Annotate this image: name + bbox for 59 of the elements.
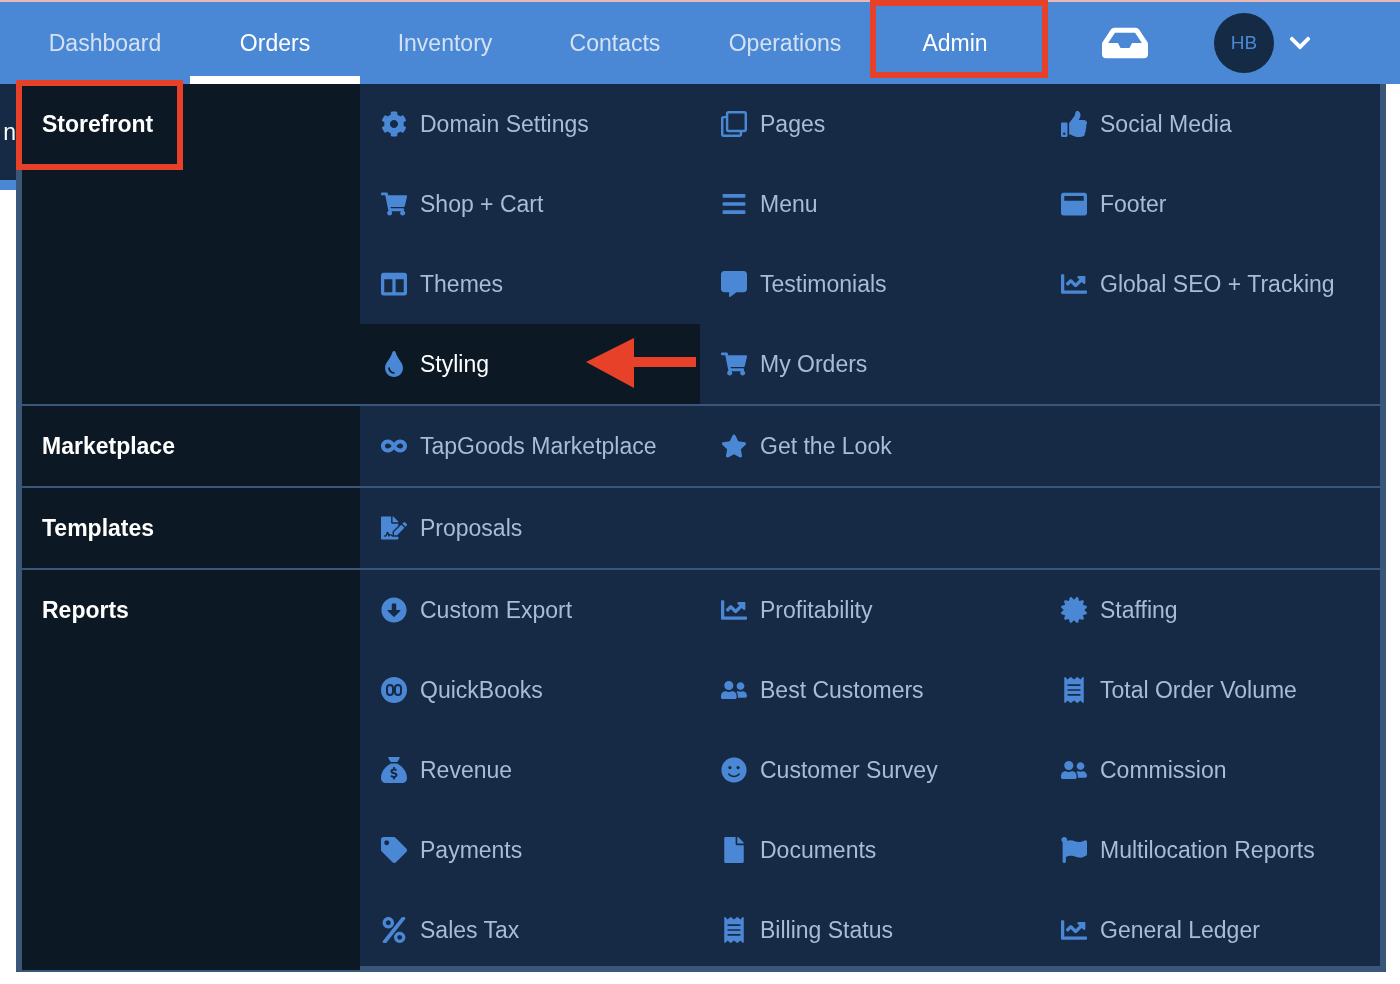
download-icon [380,597,408,623]
thumbs-up-icon [1060,111,1088,137]
menu-item[interactable]: Billing Status [700,890,1040,970]
menu-item[interactable]: Styling [360,324,700,404]
section-title: Templates [42,514,155,542]
nav-tab[interactable]: Admin [870,2,1040,84]
pages-icon [720,111,748,137]
menu-item[interactable]: Domain Settings [360,84,700,164]
menu-item[interactable]: Customer Survey [700,730,1040,810]
section-title: Storefront [42,110,154,138]
menu-icon [720,191,748,217]
menu-item[interactable]: Custom Export [360,570,700,650]
menu-item[interactable]: Profitability [700,570,1040,650]
tag-icon [380,837,408,863]
menu-item[interactable]: Themes [360,244,700,324]
menu-item[interactable]: Global SEO + Tracking [1040,244,1380,324]
trend-icon [720,597,748,623]
menu-item[interactable]: Get the Look [700,406,1040,486]
cart-icon [720,351,748,377]
menu-item[interactable]: Commission [1040,730,1380,810]
menu-item[interactable]: Best Customers [700,650,1040,730]
menu-item[interactable]: Pages [700,84,1040,164]
speech-bubble-icon [720,271,748,297]
menu-item[interactable]: Revenue [360,730,700,810]
percent-icon [380,917,408,943]
menu-item[interactable]: QuickBooks [360,650,700,730]
section-title: Reports [42,596,129,624]
menu-item[interactable]: Documents [700,810,1040,890]
badge-icon [1060,597,1088,623]
background-text: n [3,118,16,146]
smiley-icon [720,757,748,783]
user-avatar[interactable]: HB [1214,13,1274,73]
menu-item[interactable]: Social Media [1040,84,1380,164]
menu-item[interactable]: Payments [360,810,700,890]
menu-item[interactable]: Total Order Volume [1040,650,1380,730]
window-icon [1060,191,1088,217]
menu-item[interactable]: My Orders [700,324,1040,404]
menu-item[interactable]: Footer [1040,164,1380,244]
menu-item[interactable]: Menu [700,164,1040,244]
gear-icon [380,111,408,137]
section-title: Marketplace [42,432,175,460]
columns-icon [380,271,408,297]
document-icon [380,515,408,541]
trend-icon [1060,271,1088,297]
star-icon [720,433,748,459]
money-bag-icon [380,757,408,783]
menu-item[interactable]: TapGoods Marketplace [360,406,700,486]
cart-icon [380,191,408,217]
menu-item[interactable]: General Ledger [1040,890,1380,970]
quickbooks-icon [380,676,408,704]
background-bar [0,180,16,190]
flag-icon [1060,837,1088,863]
menu-item[interactable]: Proposals [360,488,700,568]
menu-item[interactable]: Multilocation Reports [1040,810,1380,890]
trend-icon [1060,917,1088,943]
menu-item[interactable]: Sales Tax [360,890,700,970]
menu-item[interactable]: Testimonials [700,244,1040,324]
menu-item[interactable]: Staffing [1040,570,1380,650]
menu-item[interactable]: Shop + Cart [360,164,700,244]
